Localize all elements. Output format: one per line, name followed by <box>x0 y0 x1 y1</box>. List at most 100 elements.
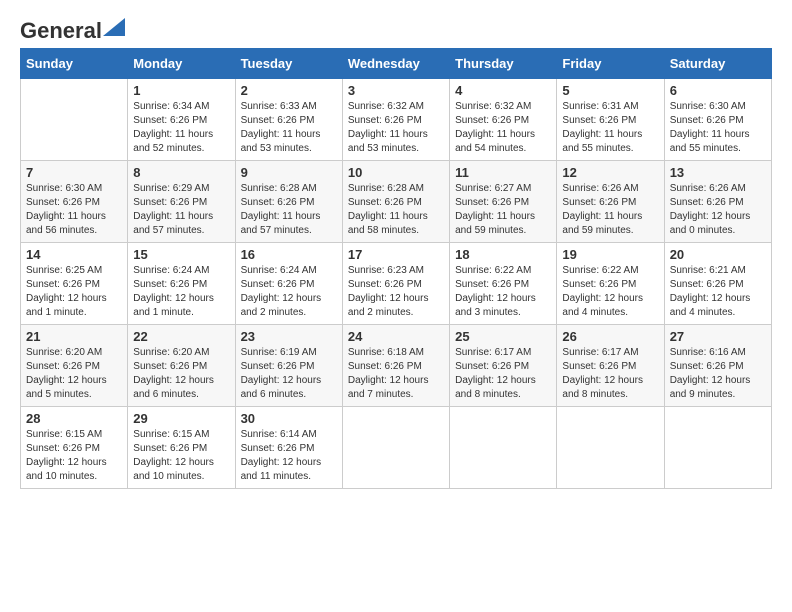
logo: General <box>20 20 125 38</box>
calendar-cell: 19 Sunrise: 6:22 AM Sunset: 6:26 PM Dayli… <box>557 243 664 325</box>
calendar-cell: 4 Sunrise: 6:32 AM Sunset: 6:26 PM Daylig… <box>450 79 557 161</box>
calendar-cell: 16 Sunrise: 6:24 AM Sunset: 6:26 PM Dayli… <box>235 243 342 325</box>
day-number: 3 <box>348 83 444 98</box>
page-header: General <box>20 20 772 38</box>
calendar-cell: 21 Sunrise: 6:20 AM Sunset: 6:26 PM Dayli… <box>21 325 128 407</box>
day-detail: Sunrise: 6:24 AM Sunset: 6:26 PM Dayligh… <box>133 264 229 320</box>
day-number: 16 <box>241 247 337 262</box>
col-header-sunday: Sunday <box>21 49 128 79</box>
day-number: 19 <box>562 247 658 262</box>
day-detail: Sunrise: 6:21 AM Sunset: 6:26 PM Dayligh… <box>670 264 766 320</box>
day-number: 24 <box>348 329 444 344</box>
calendar-cell: 25 Sunrise: 6:17 AM Sunset: 6:26 PM Dayli… <box>450 325 557 407</box>
col-header-friday: Friday <box>557 49 664 79</box>
day-number: 13 <box>670 165 766 180</box>
day-number: 2 <box>241 83 337 98</box>
day-detail: Sunrise: 6:28 AM Sunset: 6:26 PM Dayligh… <box>348 182 444 238</box>
day-number: 9 <box>241 165 337 180</box>
calendar-cell: 22Sunrise: 6:20 AM Sunset: 6:26 PM Dayli… <box>128 325 235 407</box>
col-header-monday: Monday <box>128 49 235 79</box>
day-number: 21 <box>26 329 122 344</box>
calendar-cell: 1 Sunrise: 6:34 AM Sunset: 6:26 PM Daylig… <box>128 79 235 161</box>
calendar-cell <box>342 407 449 489</box>
calendar-table: SundayMondayTuesdayWednesdayThursdayFrid… <box>20 48 772 489</box>
calendar-cell <box>664 407 771 489</box>
calendar-cell: 30Sunrise: 6:14 AM Sunset: 6:26 PM Dayli… <box>235 407 342 489</box>
col-header-wednesday: Wednesday <box>342 49 449 79</box>
day-detail: Sunrise: 6:24 AM Sunset: 6:26 PM Dayligh… <box>241 264 337 320</box>
calendar-week-row: 28Sunrise: 6:15 AM Sunset: 6:26 PM Dayli… <box>21 407 772 489</box>
day-number: 11 <box>455 165 551 180</box>
day-number: 7 <box>26 165 122 180</box>
logo-general: General <box>20 20 102 42</box>
calendar-cell <box>557 407 664 489</box>
calendar-cell: 23 Sunrise: 6:19 AM Sunset: 6:26 PM Dayli… <box>235 325 342 407</box>
calendar-cell: 12Sunrise: 6:26 AM Sunset: 6:26 PM Dayli… <box>557 161 664 243</box>
day-number: 18 <box>455 247 551 262</box>
day-number: 8 <box>133 165 229 180</box>
calendar-cell: 7Sunrise: 6:30 AM Sunset: 6:26 PM Daylig… <box>21 161 128 243</box>
day-number: 5 <box>562 83 658 98</box>
day-detail: Sunrise: 6:32 AM Sunset: 6:26 PM Dayligh… <box>348 100 444 156</box>
day-detail: Sunrise: 6:23 AM Sunset: 6:26 PM Dayligh… <box>348 264 444 320</box>
day-detail: Sunrise: 6:32 AM Sunset: 6:26 PM Dayligh… <box>455 100 551 156</box>
day-detail: Sunrise: 6:17 AM Sunset: 6:26 PM Dayligh… <box>562 346 658 402</box>
calendar-cell: 13 Sunrise: 6:26 AM Sunset: 6:26 PM Dayli… <box>664 161 771 243</box>
calendar-cell: 8 Sunrise: 6:29 AM Sunset: 6:26 PM Daylig… <box>128 161 235 243</box>
calendar-cell: 6 Sunrise: 6:30 AM Sunset: 6:26 PM Daylig… <box>664 79 771 161</box>
day-detail: Sunrise: 6:29 AM Sunset: 6:26 PM Dayligh… <box>133 182 229 238</box>
calendar-cell: 5 Sunrise: 6:31 AM Sunset: 6:26 PM Daylig… <box>557 79 664 161</box>
calendar-cell: 17 Sunrise: 6:23 AM Sunset: 6:26 PM Dayli… <box>342 243 449 325</box>
calendar-cell: 11 Sunrise: 6:27 AM Sunset: 6:26 PM Dayli… <box>450 161 557 243</box>
calendar-week-row: 14Sunrise: 6:25 AM Sunset: 6:26 PM Dayli… <box>21 243 772 325</box>
day-detail: Sunrise: 6:14 AM Sunset: 6:26 PM Dayligh… <box>241 428 337 484</box>
day-detail: Sunrise: 6:22 AM Sunset: 6:26 PM Dayligh… <box>455 264 551 320</box>
day-detail: Sunrise: 6:30 AM Sunset: 6:26 PM Dayligh… <box>670 100 766 156</box>
col-header-tuesday: Tuesday <box>235 49 342 79</box>
day-number: 6 <box>670 83 766 98</box>
day-detail: Sunrise: 6:17 AM Sunset: 6:26 PM Dayligh… <box>455 346 551 402</box>
calendar-cell: 24 Sunrise: 6:18 AM Sunset: 6:26 PM Dayli… <box>342 325 449 407</box>
day-number: 15 <box>133 247 229 262</box>
day-detail: Sunrise: 6:26 AM Sunset: 6:26 PM Dayligh… <box>670 182 766 238</box>
calendar-cell: 20Sunrise: 6:21 AM Sunset: 6:26 PM Dayli… <box>664 243 771 325</box>
day-number: 1 <box>133 83 229 98</box>
day-number: 14 <box>26 247 122 262</box>
calendar-cell: 2Sunrise: 6:33 AM Sunset: 6:26 PM Daylig… <box>235 79 342 161</box>
col-header-thursday: Thursday <box>450 49 557 79</box>
day-detail: Sunrise: 6:28 AM Sunset: 6:26 PM Dayligh… <box>241 182 337 238</box>
day-number: 27 <box>670 329 766 344</box>
day-number: 23 <box>241 329 337 344</box>
day-number: 29 <box>133 411 229 426</box>
calendar-cell: 28Sunrise: 6:15 AM Sunset: 6:26 PM Dayli… <box>21 407 128 489</box>
calendar-cell: 27 Sunrise: 6:16 AM Sunset: 6:26 PM Dayli… <box>664 325 771 407</box>
day-detail: Sunrise: 6:19 AM Sunset: 6:26 PM Dayligh… <box>241 346 337 402</box>
day-number: 17 <box>348 247 444 262</box>
day-detail: Sunrise: 6:16 AM Sunset: 6:26 PM Dayligh… <box>670 346 766 402</box>
day-detail: Sunrise: 6:34 AM Sunset: 6:26 PM Dayligh… <box>133 100 229 156</box>
calendar-week-row: 1 Sunrise: 6:34 AM Sunset: 6:26 PM Daylig… <box>21 79 772 161</box>
day-number: 4 <box>455 83 551 98</box>
calendar-cell: 9 Sunrise: 6:28 AM Sunset: 6:26 PM Daylig… <box>235 161 342 243</box>
day-number: 28 <box>26 411 122 426</box>
calendar-week-row: 21 Sunrise: 6:20 AM Sunset: 6:26 PM Dayli… <box>21 325 772 407</box>
calendar-cell: 29Sunrise: 6:15 AM Sunset: 6:26 PM Dayli… <box>128 407 235 489</box>
day-detail: Sunrise: 6:20 AM Sunset: 6:26 PM Dayligh… <box>133 346 229 402</box>
day-detail: Sunrise: 6:27 AM Sunset: 6:26 PM Dayligh… <box>455 182 551 238</box>
calendar-cell: 18 Sunrise: 6:22 AM Sunset: 6:26 PM Dayli… <box>450 243 557 325</box>
day-number: 25 <box>455 329 551 344</box>
logo-icon <box>103 18 125 36</box>
day-detail: Sunrise: 6:31 AM Sunset: 6:26 PM Dayligh… <box>562 100 658 156</box>
calendar-cell: 15 Sunrise: 6:24 AM Sunset: 6:26 PM Dayli… <box>128 243 235 325</box>
day-number: 12 <box>562 165 658 180</box>
col-header-saturday: Saturday <box>664 49 771 79</box>
calendar-cell <box>450 407 557 489</box>
calendar-cell: 26Sunrise: 6:17 AM Sunset: 6:26 PM Dayli… <box>557 325 664 407</box>
day-detail: Sunrise: 6:22 AM Sunset: 6:26 PM Dayligh… <box>562 264 658 320</box>
calendar-cell <box>21 79 128 161</box>
day-detail: Sunrise: 6:20 AM Sunset: 6:26 PM Dayligh… <box>26 346 122 402</box>
day-detail: Sunrise: 6:18 AM Sunset: 6:26 PM Dayligh… <box>348 346 444 402</box>
calendar-cell: 10 Sunrise: 6:28 AM Sunset: 6:26 PM Dayli… <box>342 161 449 243</box>
day-number: 10 <box>348 165 444 180</box>
calendar-cell: 3 Sunrise: 6:32 AM Sunset: 6:26 PM Daylig… <box>342 79 449 161</box>
